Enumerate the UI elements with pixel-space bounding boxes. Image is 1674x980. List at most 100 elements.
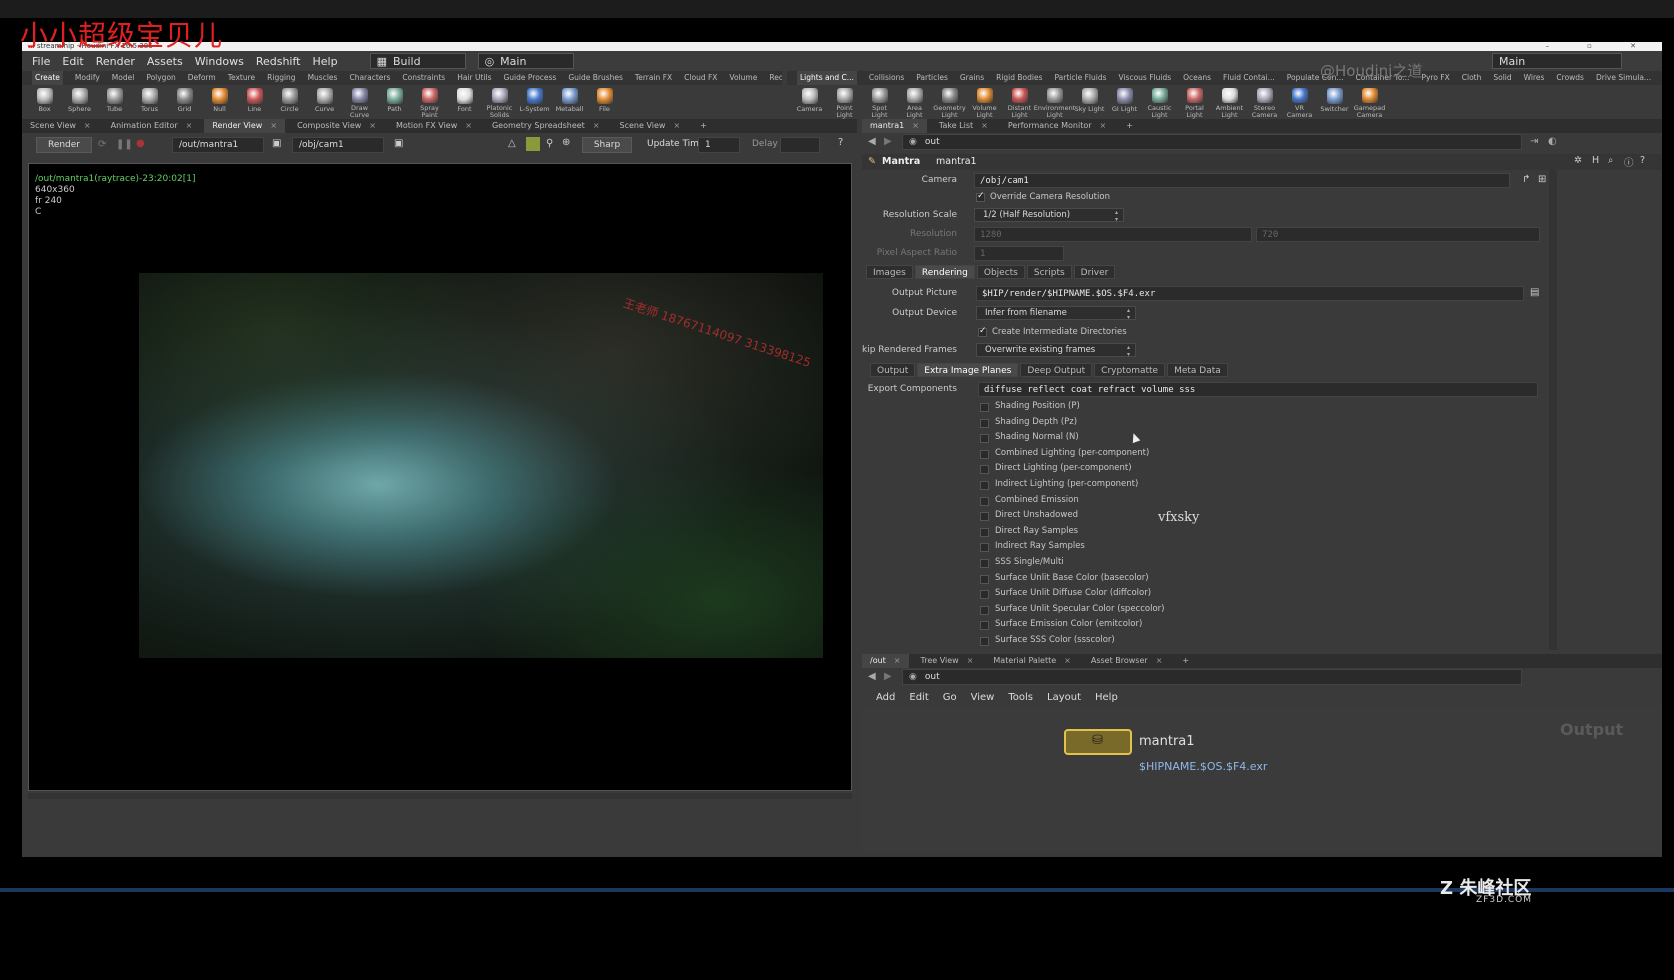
tab-out[interactable]: /out × [862, 654, 909, 668]
camera-field[interactable]: /obj/cam1 [974, 173, 1510, 188]
tool-file[interactable]: File [588, 85, 621, 119]
plane-checkbox[interactable] [980, 434, 989, 444]
shelf-tab-wires[interactable]: Wires [1524, 71, 1545, 85]
tab-motion-fx-view[interactable]: Motion FX View × [388, 119, 480, 133]
tool-box[interactable]: Box [28, 85, 61, 119]
render-button[interactable]: Render [36, 137, 92, 153]
tool-font[interactable]: Font [448, 85, 481, 119]
add-tab-icon[interactable]: + [1174, 654, 1197, 668]
sharp-dropdown[interactable]: Sharp [582, 137, 632, 153]
delay-field[interactable] [780, 137, 820, 153]
close-icon[interactable]: × [967, 656, 974, 665]
camera-choose-icon[interactable]: ⊞ [1538, 174, 1546, 185]
shelf-tab-characters[interactable]: Characters [349, 71, 390, 85]
net-menu-layout[interactable]: Layout [1047, 689, 1081, 707]
tool-l-system[interactable]: L-System [518, 85, 551, 119]
shelf-tab-particles[interactable]: Particles [916, 71, 948, 85]
refresh-icon[interactable]: ⟳ [98, 139, 106, 150]
menu-file[interactable]: File [32, 55, 50, 68]
forward-arrow-icon[interactable]: ▶ [884, 136, 892, 147]
shelf-tab-model[interactable]: Model [112, 71, 135, 85]
net-forward-arrow-icon[interactable]: ▶ [884, 671, 892, 682]
menu-render[interactable]: Render [96, 55, 135, 68]
net-menu-add[interactable]: Add [876, 689, 895, 707]
param-path-field[interactable]: ◉ out [902, 134, 1522, 150]
tool-tube[interactable]: Tube [98, 85, 131, 119]
tab-deep-output[interactable]: Deep Output [1020, 363, 1093, 377]
shelf-tab-guide-brushes[interactable]: Guide Brushes [568, 71, 623, 85]
network-path-field[interactable]: ◉ out [902, 669, 1522, 685]
close-icon[interactable]: × [1064, 656, 1071, 665]
tool-ambient-light[interactable]: Ambient Light [1213, 85, 1246, 119]
net-menu-tools[interactable]: Tools [1008, 689, 1033, 707]
help-icon[interactable]: ? [1640, 155, 1645, 166]
tab-rendering[interactable]: Rendering [914, 265, 975, 279]
tool-caustic-light[interactable]: Caustic Light [1143, 85, 1176, 119]
output-picture-field[interactable]: $HIP/render/$HIPNAME.$OS.$F4.exr [976, 286, 1524, 301]
param-scrollbar[interactable] [1549, 170, 1557, 650]
render-viewer[interactable]: /out/mantra1(raytrace)-23:20:02[1] 640x3… [28, 163, 852, 791]
rop-path-field[interactable]: /out/mantra1 [172, 137, 264, 153]
plane-checkbox[interactable] [980, 590, 989, 600]
pin-icon[interactable]: ⚲ [546, 138, 553, 149]
plane-checkbox[interactable] [980, 418, 989, 428]
shelf-tab-hair-utils[interactable]: Hair Utils [457, 71, 491, 85]
tool-curve[interactable]: Curve [308, 85, 341, 119]
plane-checkbox[interactable] [980, 574, 989, 584]
shelf-tab-texture[interactable]: Texture [228, 71, 255, 85]
menu-assets[interactable]: Assets [147, 55, 183, 68]
shelf-tab-guide-process[interactable]: Guide Process [503, 71, 556, 85]
tab-scripts[interactable]: Scripts [1026, 265, 1072, 279]
menu-edit[interactable]: Edit [62, 55, 83, 68]
tool-area-light[interactable]: Area Light [898, 85, 931, 119]
shelf-tab-muscles[interactable]: Muscles [308, 71, 338, 85]
tool-spot-light[interactable]: Spot Light [863, 85, 896, 119]
close-icon[interactable]: × [912, 121, 919, 130]
res-x-field[interactable]: 1280 [974, 227, 1252, 242]
camera-path-field[interactable]: /obj/cam1 [292, 137, 384, 153]
shelf-tab-crowds[interactable]: Crowds [1556, 71, 1584, 85]
shelf-tab-rigid-bodies[interactable]: Rigid Bodies [996, 71, 1042, 85]
tool-sky-light[interactable]: Sky Light [1073, 85, 1106, 119]
close-icon[interactable]: × [369, 121, 376, 130]
mantra-node[interactable]: ⛁ [1064, 729, 1132, 755]
shelf-tab-polygon[interactable]: Polygon [146, 71, 175, 85]
shelf-tab-collisions[interactable]: Collisions [869, 71, 904, 85]
shelf-tab-redshift[interactable]: Redshift [769, 71, 782, 85]
tab-meta-data[interactable]: Meta Data [1167, 363, 1228, 377]
tool-circle[interactable]: Circle [273, 85, 306, 119]
net-menu-edit[interactable]: Edit [909, 689, 928, 707]
main-desktop-select[interactable]: ◎ Main [477, 53, 574, 69]
output-device-dropdown[interactable]: Infer from filename [976, 306, 1136, 321]
plane-checkbox[interactable] [980, 465, 989, 475]
recycle-icon[interactable]: △ [508, 138, 516, 149]
shelf-tab-oceans[interactable]: Oceans [1183, 71, 1211, 85]
shelf-tab-create[interactable]: Create [32, 71, 63, 85]
tool-null[interactable]: Null [203, 85, 236, 119]
tool-grid[interactable]: Grid [168, 85, 201, 119]
plane-checkbox[interactable] [980, 512, 989, 522]
pause-icon[interactable]: ❚❚ [116, 139, 133, 150]
viewer-scrollbar[interactable] [28, 793, 852, 799]
plane-checkbox[interactable] [980, 621, 989, 631]
info-icon[interactable]: ⓘ [1624, 155, 1634, 169]
create-dirs-checkbox[interactable] [978, 326, 987, 337]
tool-stereo-camera[interactable]: Stereo Camera [1248, 85, 1281, 119]
net-back-arrow-icon[interactable]: ◀ [868, 671, 876, 682]
tab-scene-view[interactable]: Scene View × [612, 119, 689, 133]
gear-icon[interactable]: ✲ [1574, 155, 1582, 166]
tab-material-palette[interactable]: Material Palette × [985, 654, 1078, 668]
tab-scene-view[interactable]: Scene View × [22, 119, 99, 133]
shelf-tab-lights-and-c[interactable]: Lights and C... [797, 71, 857, 85]
add-tab-icon[interactable]: + [1118, 119, 1141, 133]
net-menu-help[interactable]: Help [1095, 689, 1118, 707]
tab-geometry-spreadsheet[interactable]: Geometry Spreadsheet × [484, 119, 608, 133]
shelf-tab-volume[interactable]: Volume [729, 71, 757, 85]
file-chooser-icon[interactable]: ▤ [1530, 287, 1539, 298]
add-tab-icon[interactable]: + [692, 119, 715, 133]
plane-checkbox[interactable] [980, 559, 989, 568]
tab-output[interactable]: Output [870, 363, 916, 377]
shelf-tab-solid[interactable]: Solid [1493, 71, 1511, 85]
camera-jump-icon[interactable]: ↱ [1522, 174, 1530, 185]
update-time-field[interactable]: 1 [698, 137, 740, 153]
